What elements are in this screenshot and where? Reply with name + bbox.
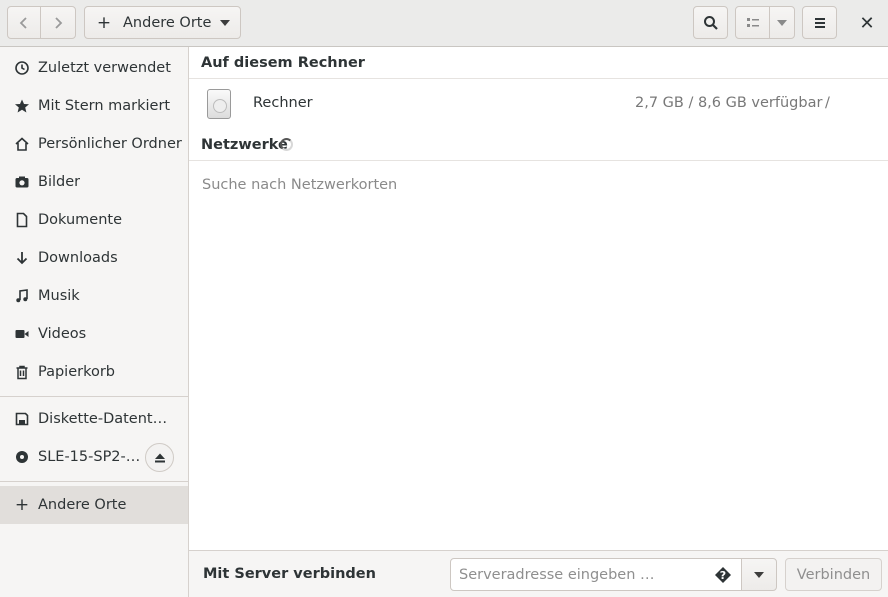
network-search-hint: Suche nach Netzwerkorten — [202, 177, 398, 193]
sidebar-item-starred[interactable]: Mit Stern markiert — [0, 87, 188, 125]
sidebar-item-label: Videos — [38, 326, 87, 342]
sidebar-item-music[interactable]: Musik — [0, 277, 188, 315]
sidebar-item-downloads[interactable]: Downloads — [0, 239, 188, 277]
sidebar-item-other-locations[interactable]: + Andere Orte — [0, 486, 188, 524]
disc-icon — [12, 447, 32, 467]
section-networks: Netzwerke — [201, 137, 288, 153]
sidebar-item-label: Persönlicher Ordner — [38, 136, 182, 152]
search-button[interactable] — [693, 6, 728, 39]
forward-button[interactable] — [40, 6, 76, 39]
drive-space: 2,7 GB / 8,6 GB verfügbar — [635, 95, 823, 111]
plus-icon: + — [14, 495, 30, 515]
main-menu-button[interactable] — [802, 6, 837, 39]
sidebar-item-trash[interactable]: Papierkorb — [0, 353, 188, 391]
close-icon: ✕ — [859, 12, 875, 34]
trash-icon — [12, 362, 32, 382]
location-button[interactable]: + Andere Orte — [84, 6, 241, 39]
recent-servers-button[interactable] — [741, 558, 777, 591]
download-icon — [12, 248, 32, 268]
star-icon — [12, 96, 32, 116]
sidebar-item-recent[interactable]: Zuletzt verwendet — [0, 49, 188, 87]
sidebar-divider — [0, 481, 188, 482]
chevron-down-icon — [754, 571, 764, 578]
connect-to-server-bar: Mit Server verbinden ? Verbinden — [189, 550, 888, 597]
sidebar-item-label: SLE-15-SP2-… — [38, 449, 141, 465]
search-icon — [703, 15, 718, 30]
plus-icon: + — [96, 12, 112, 33]
svg-text:?: ? — [720, 569, 726, 582]
camera-icon — [12, 172, 32, 192]
sidebar-item-label: Mit Stern markiert — [38, 98, 171, 114]
document-icon — [12, 210, 32, 230]
connect-title: Mit Server verbinden — [203, 566, 376, 582]
view-list-button[interactable] — [735, 6, 770, 39]
eject-icon — [154, 453, 165, 462]
close-window-button[interactable]: ✕ — [852, 8, 882, 38]
chevron-down-icon — [777, 19, 787, 26]
sidebar-item-videos[interactable]: Videos — [0, 315, 188, 353]
video-icon — [12, 324, 32, 344]
drive-mount-point: / — [825, 95, 830, 111]
sidebar-item-label: Musik — [38, 288, 80, 304]
section-this-computer: Auf diesem Rechner — [201, 55, 365, 71]
divider — [189, 160, 888, 161]
view-options-button[interactable] — [769, 6, 795, 39]
server-address-input[interactable] — [450, 558, 742, 591]
sidebar-item-label: Downloads — [38, 250, 118, 266]
chevron-down-icon — [220, 20, 230, 26]
eject-button[interactable] — [145, 443, 174, 472]
back-button[interactable] — [7, 6, 41, 39]
sidebar-item-label: Dokumente — [38, 212, 123, 228]
header-bar: + Andere Orte ✕ — [0, 0, 888, 47]
drive-row[interactable]: Rechner 2,7 GB / 8,6 GB verfügbar / — [189, 79, 888, 127]
drive-name: Rechner — [253, 95, 313, 111]
sidebar-item-label: Zuletzt verwendet — [38, 60, 171, 76]
sidebar-item-disc[interactable]: SLE-15-SP2-… — [0, 438, 188, 476]
sidebar-item-label: Diskette-Datenträ… — [38, 411, 173, 427]
sidebar-item-label: Andere Orte — [38, 497, 127, 513]
music-icon — [12, 286, 32, 306]
sidebar-item-home[interactable]: Persönlicher Ordner — [0, 125, 188, 163]
hamburger-menu-icon — [814, 17, 825, 28]
loading-spinner-icon — [280, 138, 293, 151]
list-view-icon — [746, 17, 759, 27]
harddisk-icon — [207, 89, 231, 119]
connect-button[interactable]: Verbinden — [785, 558, 882, 591]
floppy-icon — [12, 409, 32, 429]
sidebar-item-pictures[interactable]: Bilder — [0, 163, 188, 201]
sidebar-divider — [0, 396, 188, 397]
sidebar: Zuletzt verwendet Mit Stern markiert Per… — [0, 47, 189, 597]
sidebar-item-floppy[interactable]: Diskette-Datenträ… — [0, 400, 188, 438]
clock-icon — [12, 58, 32, 78]
chevron-left-icon — [19, 16, 27, 29]
sidebar-item-label: Bilder — [38, 174, 81, 190]
home-icon — [12, 134, 32, 154]
chevron-right-icon — [55, 16, 63, 29]
sidebar-item-label: Papierkorb — [38, 364, 116, 380]
help-icon[interactable]: ? — [714, 566, 732, 584]
location-label: Andere Orte — [123, 14, 212, 31]
sidebar-item-documents[interactable]: Dokumente — [0, 201, 188, 239]
main-content: Auf diesem Rechner Rechner 2,7 GB / 8,6 … — [189, 47, 888, 550]
